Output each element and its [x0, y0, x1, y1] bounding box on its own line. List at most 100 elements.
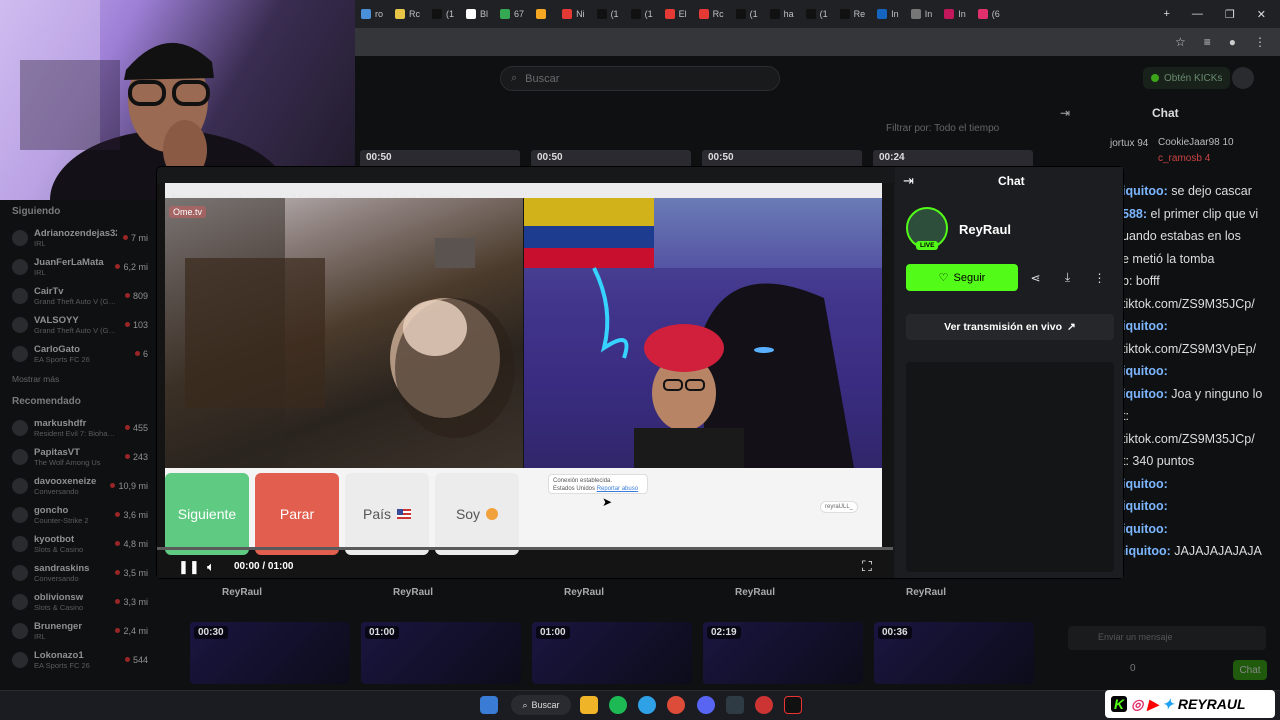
clip-thumbnail[interactable]: 01:00 [361, 622, 521, 684]
sidebar-channel[interactable]: Brunenger IRL 2,4 mi [0, 616, 160, 645]
chat-input[interactable]: Enviar un mensaje [1068, 626, 1266, 650]
country-button[interactable]: País [345, 473, 429, 555]
pause-icon[interactable]: ❚❚ [178, 559, 200, 575]
user-avatar[interactable] [1232, 67, 1254, 89]
sidebar-channel[interactable]: Adrianozendejas32 IRL 7 mi [0, 223, 160, 252]
reading-list-icon[interactable]: ≡ [1204, 35, 1211, 49]
browser-tab[interactable]: In [905, 4, 939, 24]
profile-icon[interactable]: ● [1229, 35, 1236, 49]
browser-tab[interactable]: Rc [389, 4, 426, 24]
discord-icon[interactable] [697, 696, 715, 714]
file-explorer-icon[interactable] [580, 696, 598, 714]
clip-owner[interactable]: ReyRaul [393, 587, 433, 598]
report-abuse-link[interactable]: Reportar abuso [597, 486, 638, 492]
browser-tab[interactable]: (1 [426, 4, 460, 24]
watch-live-button[interactable]: Ver transmisión en vivo ↗ [906, 314, 1114, 340]
spotify-icon[interactable] [609, 696, 627, 714]
gender-button[interactable]: Soy [435, 473, 519, 555]
clip-owner[interactable]: ReyRaul [222, 587, 262, 598]
browser-tab[interactable]: In [938, 4, 972, 24]
sidebar-channel[interactable]: Lokonazo1 EA Sports FC 26 544 [0, 645, 160, 674]
country-label: País [362, 506, 391, 522]
browser-tab[interactable]: In [871, 4, 905, 24]
sidebar-channel[interactable]: sandraskins Conversando 3,5 mi [0, 558, 160, 587]
more-options-icon[interactable]: ⋮ [1086, 264, 1113, 291]
tiktok-icon[interactable] [784, 696, 802, 714]
fullscreen-icon[interactable]: ⛶ [862, 558, 872, 575]
tab-label: (1 [819, 9, 828, 19]
clip-owner[interactable]: ReyRaul [564, 587, 604, 598]
sidebar-channel[interactable]: oblivionsw Slots & Casino 3,3 mi [0, 587, 160, 616]
browser-tab[interactable]: 67 [494, 4, 530, 24]
video-progress-bar[interactable] [157, 547, 893, 550]
collapse-panel-icon[interactable]: ⇥ [903, 173, 914, 189]
clip-thumbnail[interactable]: 00:30 [190, 622, 350, 684]
tab-label: Rc [712, 9, 724, 19]
channel-category: Conversando [34, 573, 79, 583]
volume-icon[interactable]: 🔈︎ [207, 559, 215, 575]
stop-label: Parar [279, 506, 315, 522]
show-more-link[interactable]: Mostrar más [0, 368, 160, 390]
clip-thumbnail[interactable]: 02:19 [703, 622, 863, 684]
sidebar-channel[interactable]: JuanFerLaMata IRL 6,2 mi [0, 252, 160, 281]
clip-owner[interactable]: ReyRaul [906, 587, 946, 598]
clip-thumbnail[interactable]: 00:36 [874, 622, 1034, 684]
sidebar-channel[interactable]: VALSOYY Grand Theft Auto V (G… 103 [0, 310, 160, 339]
sidebar-channel[interactable]: CairTv Grand Theft Auto V (G… 809 [0, 281, 160, 310]
sidebar-channel[interactable]: CarloGato EA Sports FC 26 6 [0, 339, 160, 368]
clip-thumbnail[interactable]: 00:50 [702, 150, 862, 168]
sidebar-channel[interactable]: kyootbot Slots & Casino 4,8 mi [0, 529, 160, 558]
download-icon[interactable]: ⤓ [1054, 264, 1081, 291]
channel-category: Conversando [34, 486, 79, 496]
browser-tab[interactable]: Ni [556, 4, 591, 24]
search-input[interactable]: ⌕ Buscar [500, 66, 780, 91]
filter-label[interactable]: Filtrar por: Todo el tiempo [886, 123, 999, 134]
clip-owner[interactable]: ReyRaul [735, 587, 775, 598]
maximize-button[interactable]: ❐ [1225, 8, 1235, 21]
sidebar-channel[interactable]: davooxeneize Conversando 10,9 mi [0, 471, 160, 500]
following-list: Adrianozendejas32 IRL 7 mi JuanFerLaMata IRL… [0, 223, 160, 368]
terminal-icon[interactable] [726, 696, 744, 714]
chat-message: 588: el primer clip que vi [1122, 207, 1258, 221]
edge-icon[interactable] [638, 696, 656, 714]
windows-start-icon[interactable] [480, 696, 498, 714]
browser-tab[interactable]: El [659, 4, 693, 24]
taskbar-search[interactable]: ⌕ Buscar [511, 695, 571, 715]
share-icon[interactable]: ⋖ [1022, 264, 1049, 291]
get-kicks-button[interactable]: Obtén KICKs [1143, 67, 1231, 89]
chat-send-button[interactable]: Chat [1233, 660, 1267, 680]
close-window-button[interactable]: ✕ [1257, 8, 1266, 21]
browser-tab[interactable]: (1 [800, 4, 834, 24]
tab-favicon-icon [977, 9, 988, 19]
browser-tab[interactable]: ha [764, 4, 800, 24]
browser-tab[interactable]: (1 [625, 4, 659, 24]
follow-button[interactable]: ♡ Seguir [906, 264, 1018, 291]
chrome-icon[interactable] [667, 696, 685, 714]
browser-tab[interactable]: Re [834, 4, 872, 24]
browser-tab[interactable]: ro [355, 4, 389, 24]
next-button[interactable]: Siguiente [165, 473, 249, 555]
stop-button[interactable]: Parar [255, 473, 339, 555]
sidebar-channel[interactable]: goncho Counter-Strike 2 3,6 mi [0, 500, 160, 529]
browser-tab[interactable]: (1 [591, 4, 625, 24]
browser-tab[interactable] [530, 4, 556, 24]
app-icon[interactable] [755, 696, 773, 714]
chat-text: e metió la tomba [1122, 251, 1215, 266]
browser-tab[interactable]: (1 [730, 4, 764, 24]
clip-thumbnail[interactable]: 01:00 [532, 622, 692, 684]
channel-avatar [12, 229, 28, 246]
browser-tab[interactable]: Bl [460, 4, 494, 24]
browser-menu-icon[interactable]: ⋮ [1254, 35, 1266, 49]
clip-thumbnail[interactable]: 00:24 [873, 150, 1033, 168]
browser-tab[interactable]: Rc [693, 4, 730, 24]
browser-tab[interactable]: (6 [972, 4, 1006, 24]
clip-thumbnail[interactable]: 00:50 [531, 150, 691, 168]
sidebar-channel[interactable]: markushdfr Resident Evil 7: Bioha… 455 [0, 413, 160, 442]
clip-thumbnail[interactable]: 00:50 [360, 150, 520, 168]
add-tab-button[interactable]: + [1163, 8, 1169, 20]
channel-name[interactable]: ReyRaul [959, 222, 1011, 237]
bookmark-star-icon[interactable]: ☆ [1175, 35, 1186, 49]
minimize-button[interactable]: — [1192, 8, 1203, 20]
sidebar-channel[interactable]: PapitasVT The Wolf Among Us 243 [0, 442, 160, 471]
tab-label: Bl [480, 9, 489, 19]
